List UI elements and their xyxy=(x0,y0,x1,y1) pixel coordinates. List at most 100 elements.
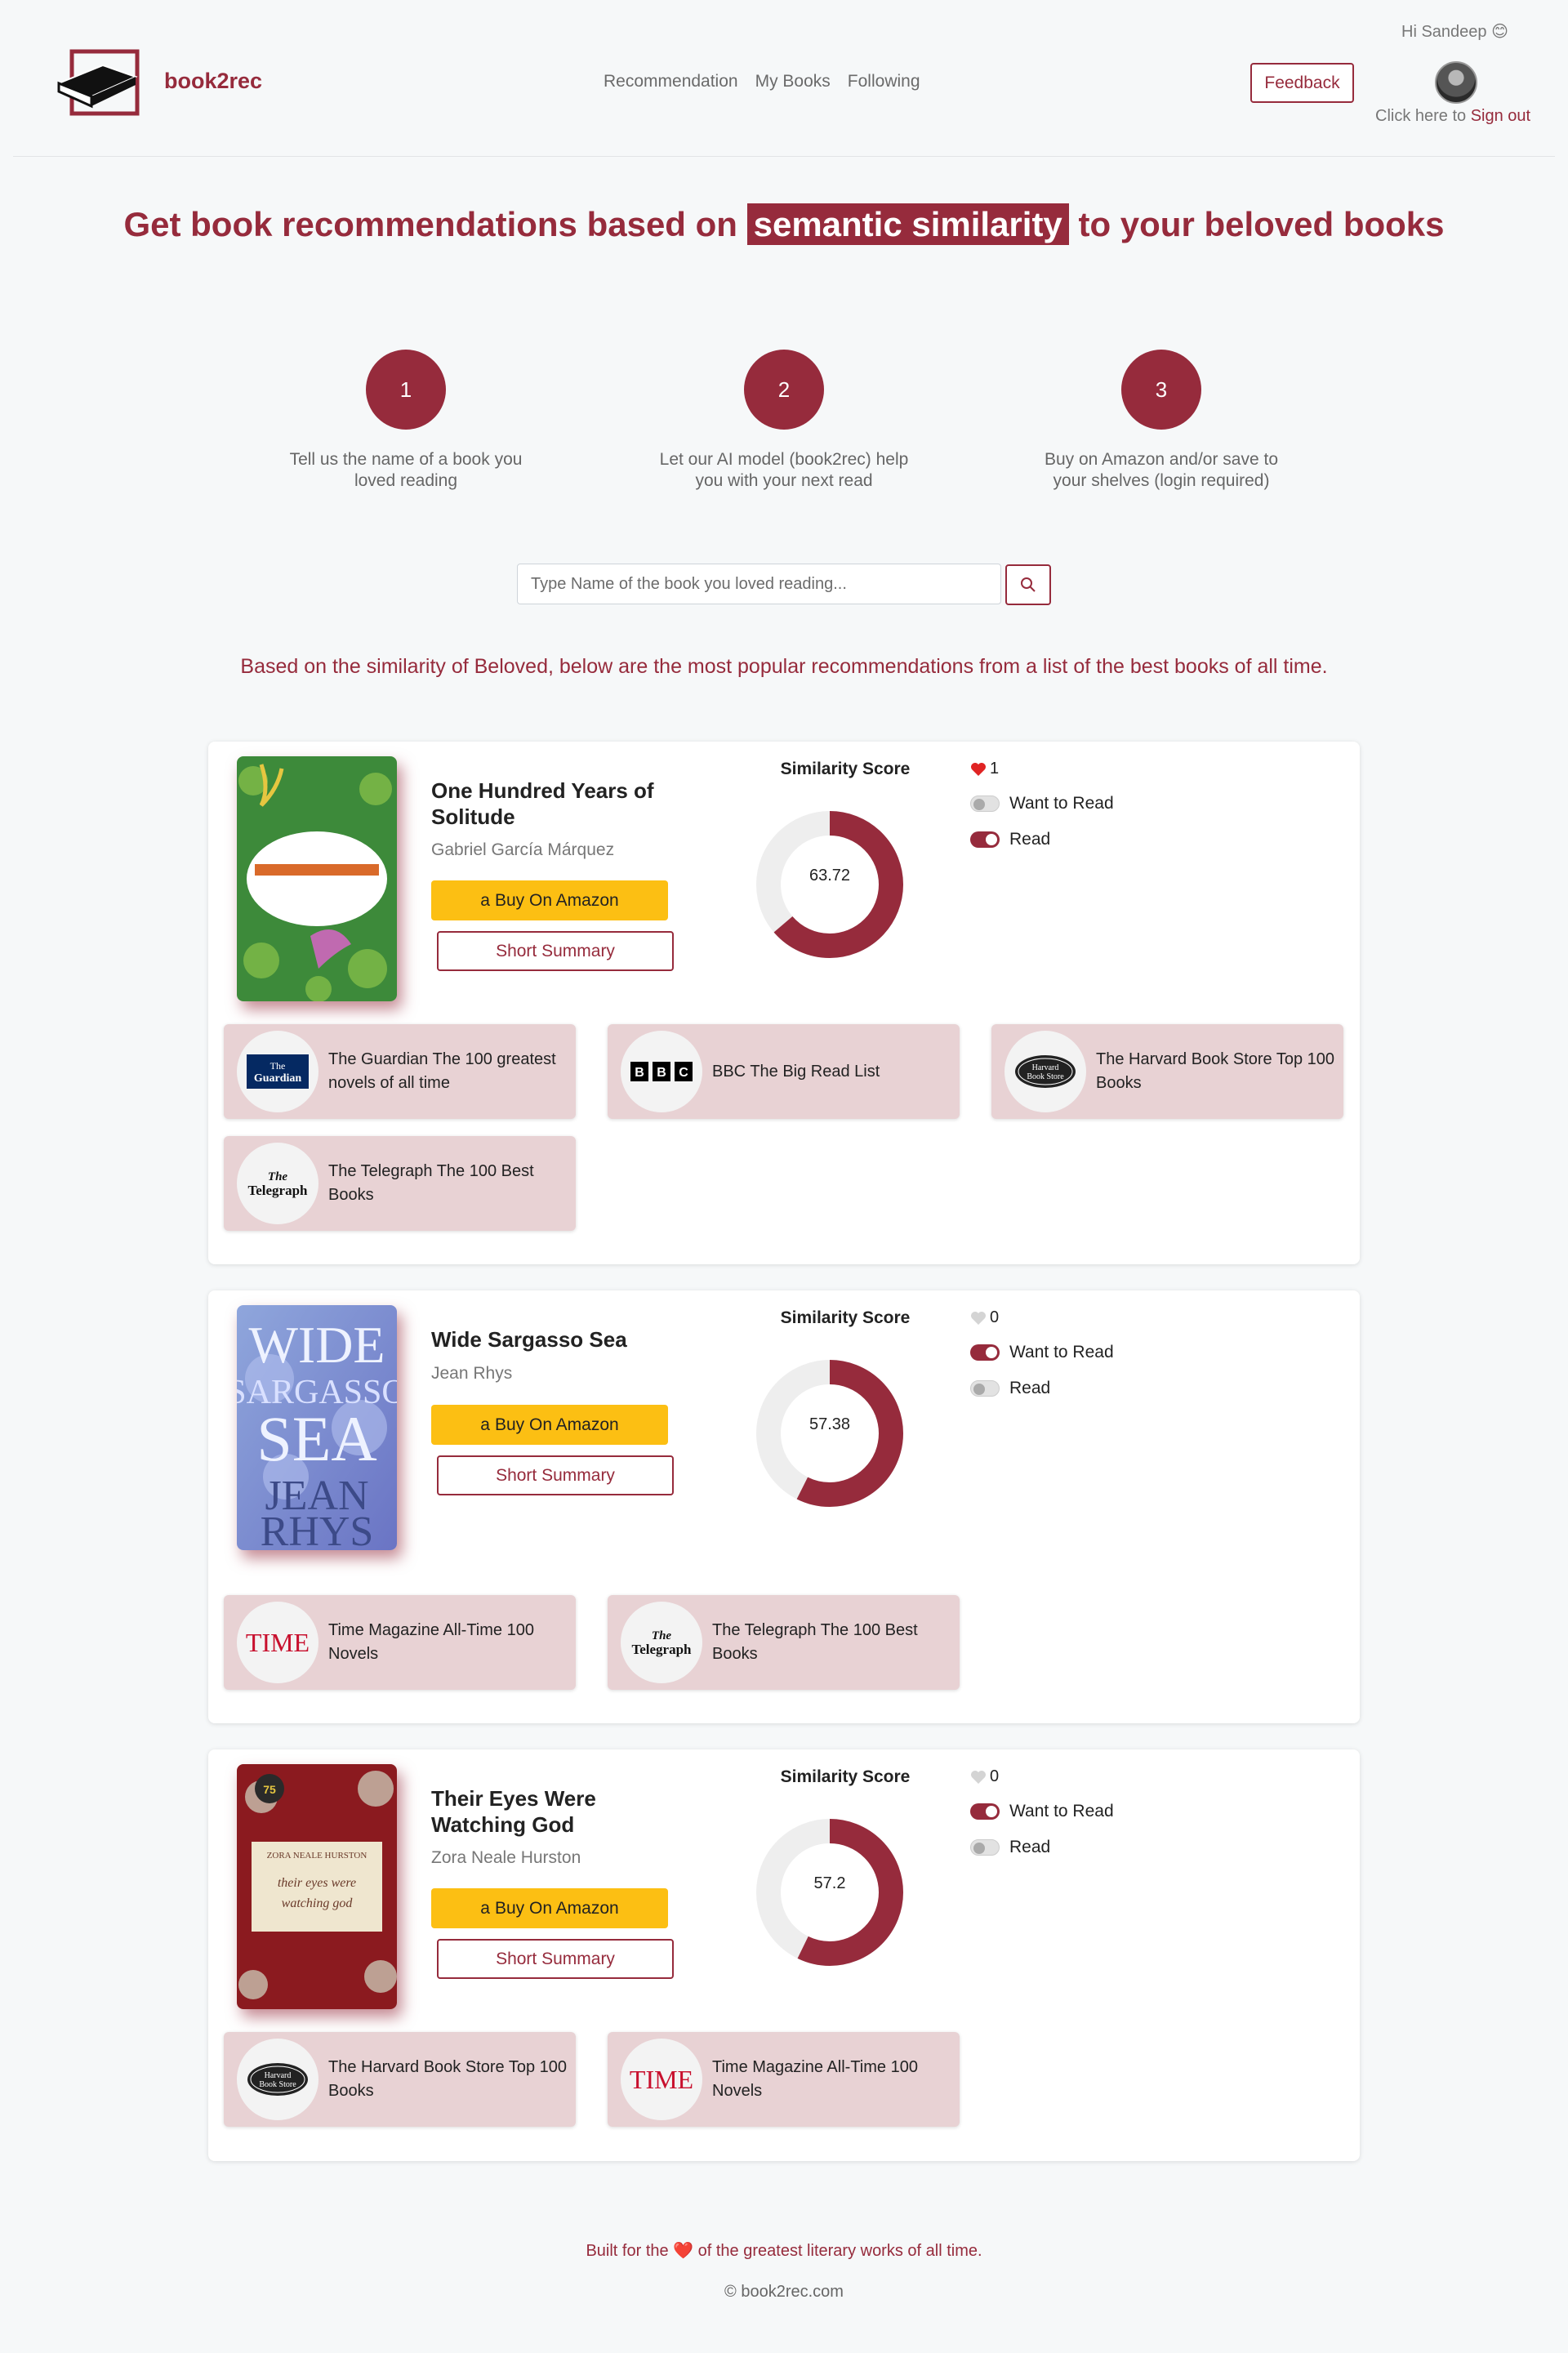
read-toggle[interactable]: Read xyxy=(970,830,1050,849)
svg-text:B: B xyxy=(635,1066,644,1080)
book-logo-icon[interactable] xyxy=(54,49,144,118)
nav-my-books[interactable]: My Books xyxy=(755,72,831,91)
step-number: 2 xyxy=(744,350,824,430)
step-text: Let our AI model (book2rec) help you wit… xyxy=(659,450,909,490)
time-logo-icon: TIME xyxy=(621,2039,702,2120)
svg-text:Telegraph: Telegraph xyxy=(631,1642,692,1657)
footer-tagline: Built for the ❤️ of the greatest literar… xyxy=(0,2240,1568,2261)
svg-text:75: 75 xyxy=(263,1783,276,1796)
similarity-score-label: Similarity Score xyxy=(780,760,911,778)
like-button[interactable]: 0 xyxy=(970,1767,999,1786)
step-number: 3 xyxy=(1121,350,1201,430)
search-input[interactable] xyxy=(517,564,1001,604)
telegraph-logo-icon: The Telegraph xyxy=(621,1602,702,1683)
list-name: The Telegraph The 100 Best Books xyxy=(328,1162,534,1204)
toggle-switch[interactable] xyxy=(970,1839,1000,1856)
toggle-switch[interactable] xyxy=(970,1344,1000,1361)
book-card: One Hundred Years of Solitude Gabriel Ga… xyxy=(208,742,1360,1264)
signout-link[interactable]: Sign out xyxy=(1471,107,1530,125)
book-author: Zora Neale Hurston xyxy=(431,1848,581,1867)
harvard-logo-icon: Harvard Book Store xyxy=(237,2039,318,2120)
list-name: BBC The Big Read List xyxy=(712,1062,880,1081)
search-button[interactable] xyxy=(1005,564,1051,605)
avatar[interactable] xyxy=(1435,61,1477,104)
signout-text: Click here to Sign out xyxy=(1375,107,1530,126)
greeting: Hi Sandeep 😊 xyxy=(1401,23,1508,41)
book-title: One Hundred Years of Solitude xyxy=(431,778,654,829)
list-chip-telegraph[interactable]: The Telegraph The Telegraph The 100 Best … xyxy=(224,1136,576,1231)
buy-on-amazon-button[interactable]: a Buy On Amazon xyxy=(431,1888,668,1928)
toggle-switch[interactable] xyxy=(970,1803,1000,1820)
book-card: WIDE SARGASSO SEA JEAN RHYS Wide Sargass… xyxy=(208,1290,1360,1723)
list-chip-harvard[interactable]: Harvard Book Store The Harvard Book Store… xyxy=(991,1024,1343,1119)
svg-text:Book Store: Book Store xyxy=(259,2080,296,2089)
bbc-logo-icon: BBC xyxy=(621,1031,702,1112)
read-toggle[interactable]: Read xyxy=(970,1838,1050,1857)
want-to-read-label: Want to Read xyxy=(1009,1343,1114,1361)
feedback-button[interactable]: Feedback xyxy=(1250,63,1354,103)
buy-on-amazon-button[interactable]: a Buy On Amazon xyxy=(431,1405,668,1445)
step-3: 3 Buy on Amazon and/or save to your shel… xyxy=(1031,350,1292,492)
toggle-switch[interactable] xyxy=(970,1380,1000,1397)
buy-label: Buy On Amazon xyxy=(494,890,619,910)
list-chip-guardian[interactable]: The Guardian The Guardian The 100 greates… xyxy=(224,1024,576,1119)
hero-title-before: Get book recommendations based on xyxy=(123,205,747,243)
svg-text:Telegraph: Telegraph xyxy=(247,1183,308,1198)
short-summary-button[interactable]: Short Summary xyxy=(437,1939,674,1979)
search-icon xyxy=(1021,577,1036,592)
nav-recommendation[interactable]: Recommendation xyxy=(604,72,738,91)
svg-text:watching god: watching god xyxy=(282,1896,354,1910)
book-author: Jean Rhys xyxy=(431,1364,513,1383)
svg-text:ZORA NEALE HURSTON: ZORA NEALE HURSTON xyxy=(267,1851,368,1861)
list-name: Time Magazine All-Time 100 Novels xyxy=(328,1621,534,1663)
want-to-read-toggle[interactable]: Want to Read xyxy=(970,1802,1114,1821)
list-chip-time[interactable]: TIME Time Magazine All-Time 100 Novels xyxy=(224,1595,576,1690)
svg-text:Guardian: Guardian xyxy=(254,1072,302,1085)
toggle-switch[interactable] xyxy=(970,831,1000,848)
want-to-read-toggle[interactable]: Want to Read xyxy=(970,1343,1114,1362)
book-title: Wide Sargasso Sea xyxy=(431,1327,627,1352)
short-summary-button[interactable]: Short Summary xyxy=(437,1455,674,1495)
footer-copyright: © book2rec.com xyxy=(724,2283,844,2301)
similarity-score-value: 57.38 xyxy=(808,1415,851,1433)
want-to-read-toggle[interactable]: Want to Read xyxy=(970,794,1114,813)
book-title: Their Eyes Were Watching God xyxy=(431,1786,596,1837)
book-cover[interactable]: 75 ZORA NEALE HURSTON their eyes were wa… xyxy=(237,1764,397,2009)
buy-on-amazon-button[interactable]: a Buy On Amazon xyxy=(431,880,668,920)
similarity-score-value: 57.2 xyxy=(813,1874,846,1892)
list-name: The Telegraph The 100 Best Books xyxy=(712,1621,918,1663)
svg-text:TIME: TIME xyxy=(630,2065,693,2094)
svg-text:C: C xyxy=(679,1066,688,1080)
list-name: The Guardian The 100 greatest novels of … xyxy=(328,1050,556,1092)
step-text: Tell us the name of a book you loved rea… xyxy=(289,450,523,490)
brand-name[interactable]: book2rec xyxy=(164,69,262,94)
svg-text:The: The xyxy=(268,1170,288,1183)
hero-title-after: to your beloved books xyxy=(1068,205,1445,243)
read-toggle[interactable]: Read xyxy=(970,1379,1050,1398)
list-chip-bbc[interactable]: BBC BBC The Big Read List xyxy=(608,1024,960,1119)
list-chip-time[interactable]: TIME Time Magazine All-Time 100 Novels xyxy=(608,2032,960,2127)
read-label: Read xyxy=(1009,1379,1051,1397)
similarity-score-label: Similarity Score xyxy=(780,1308,911,1327)
time-logo-icon: TIME xyxy=(237,1602,318,1683)
book-cover[interactable] xyxy=(237,756,397,1001)
list-name: The Harvard Book Store Top 100 Books xyxy=(328,2058,568,2100)
book-cover[interactable]: WIDE SARGASSO SEA JEAN RHYS xyxy=(237,1305,397,1550)
amazon-icon: a xyxy=(480,1898,490,1918)
like-button[interactable]: 1 xyxy=(970,760,999,778)
list-chip-harvard[interactable]: Harvard Book Store The Harvard Book Store… xyxy=(224,2032,576,2127)
nav-following[interactable]: Following xyxy=(848,72,920,91)
like-count: 0 xyxy=(990,1767,1000,1785)
read-label: Read xyxy=(1009,1838,1051,1856)
list-chip-telegraph[interactable]: The Telegraph The Telegraph The 100 Best … xyxy=(608,1595,960,1690)
svg-text:TIME: TIME xyxy=(246,1628,310,1657)
short-summary-button[interactable]: Short Summary xyxy=(437,931,674,971)
guardian-logo-icon: The Guardian xyxy=(237,1031,318,1112)
recommendation-intro: Based on the similarity of Beloved, belo… xyxy=(240,655,1328,678)
signout-prefix: Click here to xyxy=(1375,107,1471,125)
like-button[interactable]: 0 xyxy=(970,1308,999,1327)
step-1: 1 Tell us the name of a book you loved r… xyxy=(275,350,537,492)
hero-title: Get book recommendations based on semant… xyxy=(0,203,1568,245)
svg-text:RHYS: RHYS xyxy=(261,1509,374,1550)
toggle-switch[interactable] xyxy=(970,795,1000,812)
